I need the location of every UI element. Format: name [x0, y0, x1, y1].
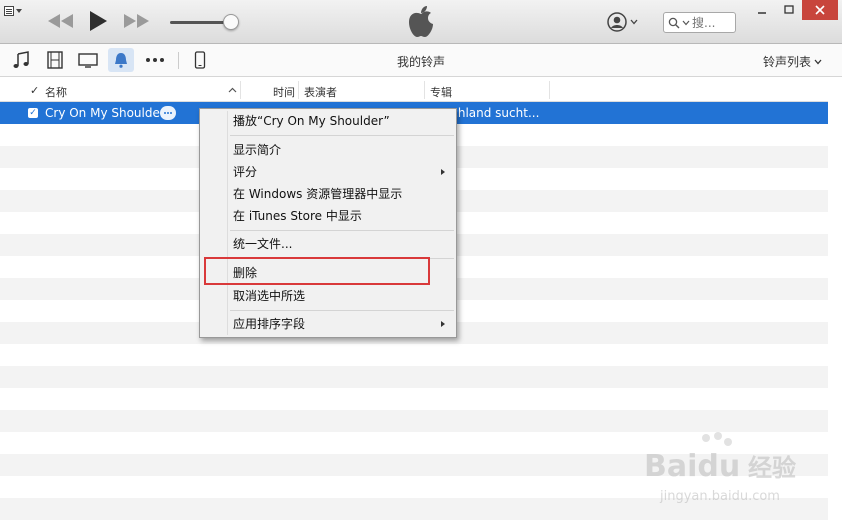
more-button[interactable]: [145, 51, 165, 69]
maximize-button[interactable]: [775, 0, 802, 20]
menu-item-uncheck-selection[interactable]: 取消选中所选: [233, 286, 453, 306]
more-icon: [146, 58, 164, 62]
svg-text:Baidu: Baidu: [644, 449, 740, 484]
close-icon: [815, 5, 825, 15]
menu-item-play[interactable]: 播放“Cry On My Shoulder”: [233, 111, 453, 131]
music-button[interactable]: [11, 51, 31, 69]
column-check[interactable]: ✓: [30, 84, 39, 97]
music-icon: [13, 51, 29, 68]
menu-separator: [230, 135, 454, 136]
svg-text:jingyan.baidu.com: jingyan.baidu.com: [659, 489, 780, 504]
fast-forward-icon[interactable]: [122, 13, 150, 29]
media-toolbar: 我的铃声 铃声列表: [0, 44, 842, 77]
volume-knob[interactable]: [223, 14, 239, 30]
account-button[interactable]: [607, 12, 641, 32]
column-divider: [424, 81, 425, 99]
minimize-icon: [757, 12, 766, 14]
svg-text:经验: 经验: [748, 454, 796, 482]
row-checkbox[interactable]: ✓: [28, 108, 38, 118]
toolbar-divider: [178, 52, 179, 69]
table-row: [0, 388, 828, 410]
column-divider: [298, 81, 299, 99]
ringtones-button[interactable]: [108, 48, 134, 72]
baidu-paw-logo: Baidu 经验 jingyan.baidu.com: [644, 432, 796, 504]
playback-bar: [0, 0, 842, 44]
baidu-watermark: Baidu 经验 jingyan.baidu.com: [640, 432, 810, 512]
view-menu-label: 铃声列表: [763, 55, 812, 69]
ringtone-bell-icon: [115, 53, 127, 68]
table-row: [0, 366, 828, 388]
table-row: [0, 344, 828, 366]
menu-item-show-in-store[interactable]: 在 iTunes Store 中显示: [233, 206, 453, 226]
close-button[interactable]: [802, 0, 838, 20]
tv-icon: [78, 53, 98, 68]
menu-item-show-in-explorer[interactable]: 在 Windows 资源管理器中显示: [233, 184, 453, 204]
submenu-arrow-icon: [441, 321, 445, 327]
search-field[interactable]: [663, 12, 736, 33]
scrollbar[interactable]: [828, 78, 842, 523]
view-menu[interactable]: 铃声列表: [763, 53, 822, 70]
chevron-down-icon: [682, 20, 690, 25]
page-title: 我的铃声: [396, 55, 445, 69]
window-controls: [748, 0, 838, 20]
minimize-button[interactable]: [748, 0, 775, 20]
chevron-down-icon: [814, 59, 822, 64]
song-album: schland sucht...: [445, 106, 540, 120]
menu-gutter: [227, 111, 228, 335]
volume-slider[interactable]: [170, 13, 240, 31]
chevron-down-icon: [630, 19, 638, 25]
account-icon: [607, 12, 627, 32]
play-icon[interactable]: [88, 10, 108, 32]
apple-logo-icon: [409, 6, 433, 37]
column-name[interactable]: 名称: [45, 84, 67, 100]
menu-separator: [230, 230, 454, 231]
film-icon: [47, 51, 63, 69]
ellipsis-icon[interactable]: [160, 106, 176, 120]
table-row: [0, 410, 828, 432]
column-divider: [240, 81, 241, 99]
column-divider: [549, 81, 550, 99]
menu-item-get-info[interactable]: 显示简介: [233, 140, 453, 160]
search-icon: [668, 17, 680, 28]
movies-button[interactable]: [45, 51, 65, 69]
column-time[interactable]: 时间: [273, 84, 295, 100]
menu-item-apply-sort-field[interactable]: 应用排序字段: [233, 314, 453, 334]
device-button[interactable]: [190, 51, 210, 69]
search-input[interactable]: [692, 15, 726, 30]
delete-highlight-annotation: [204, 257, 430, 285]
context-menu: 播放“Cry On My Shoulder” 显示简介 评分 在 Windows…: [199, 108, 457, 338]
iphone-icon: [194, 51, 206, 69]
tv-button[interactable]: [78, 51, 98, 69]
table-header: ✓ 名称 时间 表演者 专辑: [0, 78, 828, 102]
menu-separator: [230, 310, 454, 311]
submenu-arrow-icon: [441, 169, 445, 175]
menu-item-rating[interactable]: 评分: [233, 162, 453, 182]
sort-ascending-icon: [228, 87, 237, 93]
column-artist[interactable]: 表演者: [304, 84, 337, 100]
maximize-icon: [783, 5, 794, 14]
menu-item-consolidate[interactable]: 统一文件...: [233, 234, 453, 254]
chevron-down-icon: [16, 9, 22, 13]
rewind-icon[interactable]: [47, 13, 75, 29]
menu-button[interactable]: [4, 4, 34, 18]
menu-icon: [4, 6, 14, 16]
column-album[interactable]: 专辑: [430, 84, 452, 100]
song-name: Cry On My Shoulder: [45, 106, 165, 120]
